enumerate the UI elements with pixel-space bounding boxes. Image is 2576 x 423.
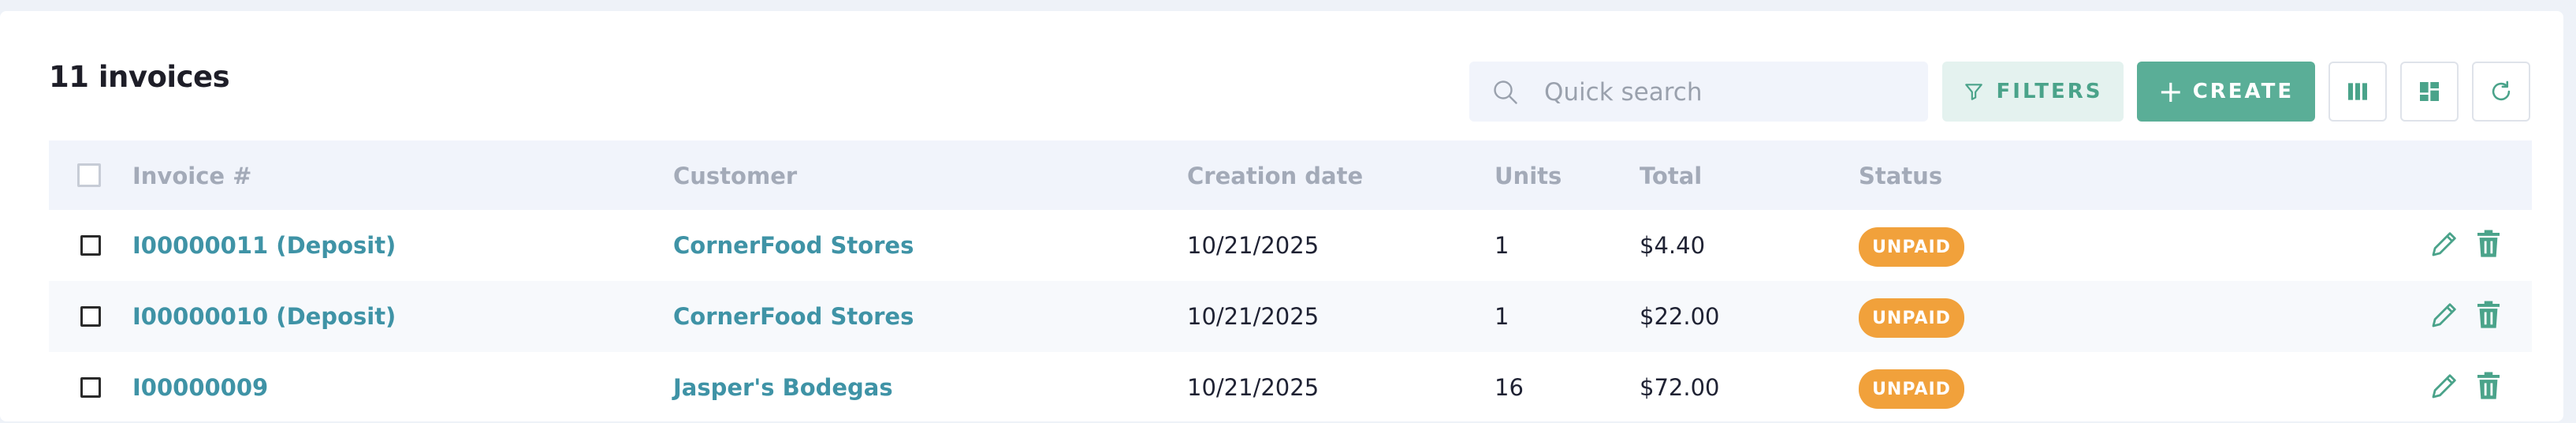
columns-button[interactable] [2328,62,2387,122]
total-value: $22.00 [1640,303,1720,330]
column-header-status[interactable]: Status [1859,163,1942,189]
filter-icon [1964,84,1982,100]
creation-date: 10/21/2025 [1187,374,1320,401]
refresh-icon [2492,80,2511,101]
filters-button[interactable]: FILTERS [1942,62,2124,122]
search-input[interactable] [1543,62,1916,123]
invoice-number-link[interactable]: I00000009 [132,374,268,401]
create-label: CREATE [2192,80,2295,103]
status-badge: UNPAID [1859,298,1964,338]
layout-button[interactable] [2400,62,2459,122]
edit-icon[interactable] [2428,298,2461,331]
create-button[interactable]: + CREATE [2137,62,2315,122]
quick-search[interactable] [1469,62,1928,123]
refresh-button[interactable] [2472,62,2530,122]
table-row[interactable]: I00000011 (Deposit) CornerFood Stores 10… [49,210,2532,281]
plus-icon: + [2157,74,2183,109]
row-checkbox[interactable] [80,306,101,327]
table-header: Invoice # Customer Creation date Units T… [49,140,2532,210]
invoice-number-link[interactable]: I00000010 (Deposit) [132,303,396,330]
delete-icon[interactable] [2472,227,2505,260]
invoices-card: 11 invoices FILTERS + CREATE [0,11,2563,421]
search-icon [1494,80,1517,104]
customer-link[interactable]: Jasper's Bodegas [673,374,893,401]
table-row[interactable]: I00000009 Jasper's Bodegas 10/21/2025 16… [49,352,2532,423]
units-value: 1 [1495,303,1509,330]
creation-date: 10/21/2025 [1187,232,1320,259]
dashboard-layout-icon [2420,82,2439,101]
customer-link[interactable]: CornerFood Stores [673,303,914,330]
page-title: 11 invoices [49,60,230,94]
units-value: 1 [1495,232,1509,259]
delete-icon[interactable] [2472,298,2505,331]
edit-icon[interactable] [2428,227,2461,260]
select-all-checkbox[interactable] [77,163,101,187]
invoice-number-link[interactable]: I00000011 (Deposit) [132,232,396,259]
filters-label: FILTERS [1996,80,2103,103]
customer-link[interactable]: CornerFood Stores [673,232,914,259]
column-header-invoice[interactable]: Invoice # [132,163,251,189]
delete-icon[interactable] [2472,369,2505,402]
columns-icon [2348,83,2367,100]
column-header-customer[interactable]: Customer [673,163,797,189]
creation-date: 10/21/2025 [1187,303,1320,330]
status-badge: UNPAID [1859,369,1964,409]
row-checkbox[interactable] [80,235,101,256]
total-value: $72.00 [1640,374,1720,401]
column-header-units[interactable]: Units [1495,163,1562,189]
column-header-creation-date[interactable]: Creation date [1187,163,1363,189]
table-row[interactable]: I00000010 (Deposit) CornerFood Stores 10… [49,281,2532,352]
total-value: $4.40 [1640,232,1706,259]
status-badge: UNPAID [1859,227,1964,267]
row-checkbox[interactable] [80,377,101,398]
units-value: 16 [1495,374,1524,401]
column-header-total[interactable]: Total [1640,163,1702,189]
edit-icon[interactable] [2428,369,2461,402]
